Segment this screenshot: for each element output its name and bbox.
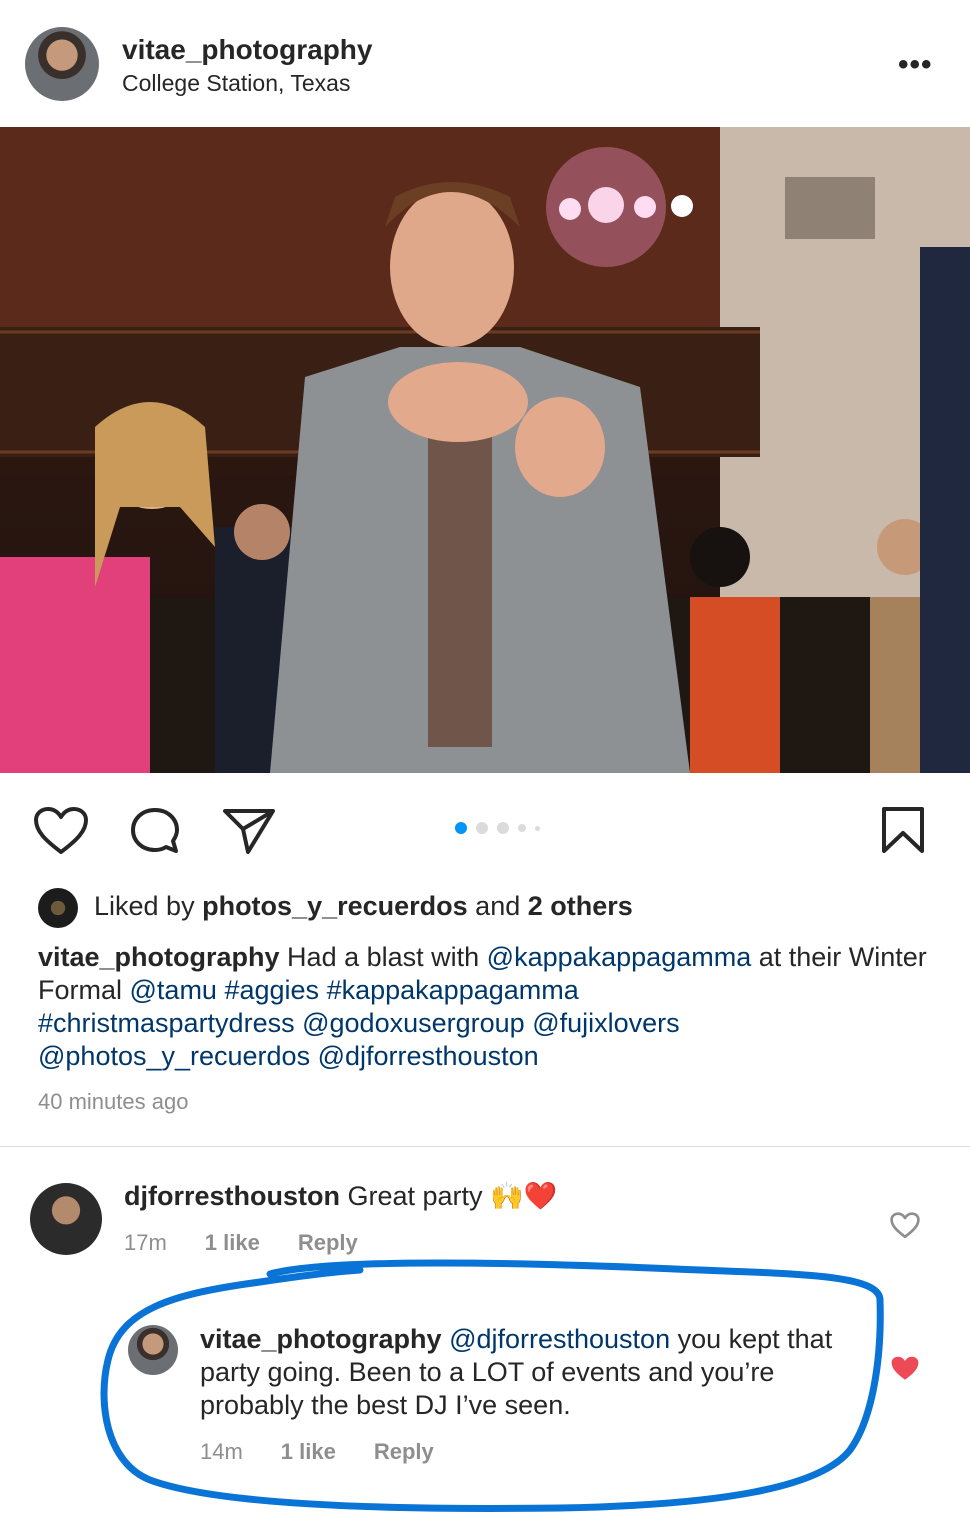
carousel-indicator: [455, 822, 540, 834]
carousel-dot: [518, 824, 526, 832]
caption-mention[interactable]: @fujixlovers: [532, 1008, 679, 1038]
caption-hashtag[interactable]: #kappakappagamma: [327, 975, 579, 1005]
post-author-username[interactable]: vitae_photography: [122, 34, 372, 66]
commenter-avatar[interactable]: [128, 1325, 178, 1375]
comment-emoji: 🙌❤️: [490, 1181, 558, 1211]
comment-likes-count[interactable]: 1 like: [281, 1439, 336, 1465]
divider: [0, 1146, 970, 1147]
caption-hashtag[interactable]: #aggies: [224, 975, 319, 1005]
commenter-username[interactable]: vitae_photography: [200, 1324, 442, 1354]
carousel-dot: [497, 822, 509, 834]
caption-text: Had a blast with: [279, 942, 487, 972]
caption-hashtag[interactable]: #christmaspartydress: [38, 1008, 295, 1038]
caption-mention[interactable]: @tamu: [130, 975, 217, 1005]
comment-time: 14m: [200, 1439, 243, 1464]
post-caption: vitae_photography Had a blast with @kapp…: [38, 941, 938, 1073]
comment-body: vitae_photography @djforresthouston you …: [200, 1323, 860, 1422]
commenter-avatar[interactable]: [30, 1183, 102, 1255]
comment-like-heart-icon[interactable]: [890, 1212, 920, 1239]
caption-mention[interactable]: @godoxusergroup: [302, 1008, 525, 1038]
comment-liked-heart-icon[interactable]: [890, 1355, 920, 1382]
comment-likes-count[interactable]: 1 like: [205, 1230, 260, 1256]
liker-avatar[interactable]: [38, 888, 78, 928]
carousel-dot: [535, 825, 540, 831]
comment-icon[interactable]: [129, 806, 181, 856]
more-options-icon[interactable]: •••: [898, 48, 933, 82]
likes-prefix: Liked by: [94, 891, 203, 921]
post-author-avatar[interactable]: [25, 27, 99, 101]
likes-middle: and: [467, 891, 528, 921]
post-location[interactable]: College Station, Texas: [122, 70, 350, 97]
post-photo[interactable]: [0, 127, 970, 773]
liker-username[interactable]: photos_y_recuerdos: [202, 891, 468, 921]
like-heart-icon[interactable]: [33, 806, 89, 856]
caption-mention[interactable]: @photos_y_recuerdos: [38, 1041, 310, 1071]
post-timestamp: 40 minutes ago: [38, 1089, 189, 1114]
caption-mention[interactable]: @djforresthouston: [318, 1041, 539, 1071]
caption-mention[interactable]: @kappakappagamma: [487, 942, 752, 972]
carousel-dot: [476, 822, 488, 834]
comment-body: djforresthouston Great party 🙌❤️: [124, 1180, 557, 1213]
reply-button[interactable]: Reply: [374, 1439, 434, 1465]
commenter-username[interactable]: djforresthouston: [124, 1181, 340, 1211]
caption-username[interactable]: vitae_photography: [38, 942, 280, 972]
share-send-icon[interactable]: [222, 807, 276, 855]
bookmark-icon[interactable]: [880, 805, 926, 855]
comment-time: 17m: [124, 1230, 167, 1255]
post-photo-illustration: [0, 127, 970, 773]
likes-summary[interactable]: Liked by photos_y_recuerdos and 2 others: [94, 891, 633, 922]
carousel-dot: [455, 822, 467, 834]
comment-meta: 14m 1 like Reply: [200, 1439, 434, 1465]
likes-others[interactable]: 2 others: [528, 891, 633, 921]
comment-meta: 17m 1 like Reply: [124, 1230, 358, 1256]
reply-button[interactable]: Reply: [298, 1230, 358, 1256]
comment-text: Great party: [340, 1181, 491, 1211]
comment-mention[interactable]: @djforresthouston: [449, 1324, 670, 1354]
